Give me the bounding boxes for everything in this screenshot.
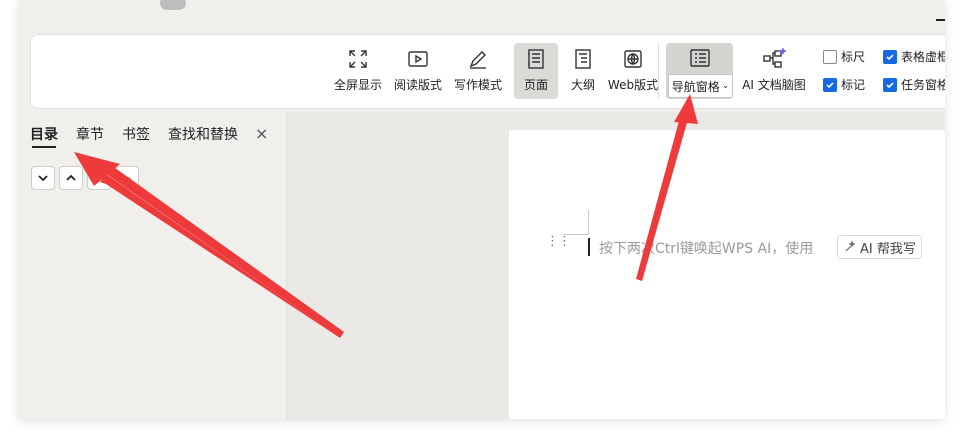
chevron-down-icon: ⌄ (721, 81, 730, 91)
ruler-checkbox-box[interactable] (823, 49, 837, 64)
chevron-up-icon (66, 174, 76, 181)
checkmark-icon (886, 53, 894, 60)
nav-pane-dropdown[interactable]: 导航窗格 ⌄ (668, 74, 733, 98)
read-mode-icon (408, 51, 428, 67)
ai-hint-text: 按下两次Ctrl键唤起WPS AI，使用 (599, 241, 814, 257)
task-pane-checkbox[interactable]: 任务窗格 (883, 76, 945, 93)
nav-pane-label: 导航窗格 (671, 79, 720, 94)
page-view-icon (527, 49, 544, 69)
checkmark-icon (886, 81, 894, 88)
fullscreen-button[interactable]: 全屏显示 (331, 43, 385, 99)
outline-icon (575, 49, 591, 69)
nav-pane-button[interactable]: 导航窗格 ⌄ (666, 43, 733, 99)
close-icon[interactable]: × (255, 124, 268, 143)
table-gridlines-checkbox-box[interactable] (883, 49, 897, 64)
pen-icon (469, 51, 486, 69)
app-window: 全屏显示 阅读版式 写作模式 页面 大纲 Web版式 导航窗格 ⌄ AI 文档脑… (18, 0, 945, 419)
chevron-down-icon (38, 175, 48, 182)
web-layout-button[interactable]: Web版式 (606, 43, 660, 99)
minus-icon (123, 177, 131, 179)
table-gridlines-checkbox[interactable]: 表格虚框 (883, 48, 945, 65)
add-button[interactable] (87, 166, 111, 190)
remove-button[interactable] (115, 166, 139, 190)
writing-mode-label: 写作模式 (453, 78, 502, 92)
checkmark-icon (826, 81, 834, 88)
outline-label: 大纲 (570, 78, 595, 92)
fullscreen-icon (349, 50, 367, 68)
margin-corner-mark (588, 210, 589, 234)
writing-mode-button[interactable]: 写作模式 (451, 43, 505, 99)
ai-sparkle-icon (845, 240, 856, 252)
tab-chapters[interactable]: 章节 (76, 124, 104, 144)
ai-mindmap-button[interactable]: AI 文档脑图 (739, 43, 809, 99)
globe-icon (624, 50, 642, 68)
page-view-label: 页面 (523, 78, 548, 92)
web-layout-label: Web版式 (607, 78, 659, 92)
view-ribbon: 全屏显示 阅读版式 写作模式 页面 大纲 Web版式 导航窗格 ⌄ AI 文档脑… (30, 34, 945, 109)
read-mode-button[interactable]: 阅读版式 (391, 43, 445, 99)
markup-label: 标记 (841, 78, 866, 92)
collapse-button[interactable] (59, 166, 83, 190)
plus-icon (95, 174, 103, 182)
text-cursor (588, 238, 590, 256)
ai-write-label: AI 帮我写 (860, 241, 916, 257)
fullscreen-label: 全屏显示 (333, 78, 382, 92)
ai-mindmap-label: AI 文档脑图 (742, 78, 806, 92)
task-pane-checkbox-box[interactable] (883, 77, 897, 92)
ai-mindmap-icon (763, 48, 786, 68)
top-menu-strip (18, 0, 945, 28)
active-tab-underline (32, 146, 56, 148)
ai-write-button[interactable]: AI 帮我写 (837, 235, 922, 259)
read-mode-label: 阅读版式 (393, 78, 442, 92)
drag-handle-icon[interactable]: ⋮⋮ (546, 235, 571, 248)
mode-toggle[interactable] (160, 0, 186, 10)
document-page[interactable]: ⋮⋮ 按下两次Ctrl键唤起WPS AI，使用 AI 帮我写 (509, 130, 945, 419)
nav-pane-icon (689, 49, 710, 67)
markup-checkbox-box[interactable] (823, 77, 837, 92)
ruler-label: 标尺 (841, 50, 866, 64)
document-area: ⋮⋮ 按下两次Ctrl键唤起WPS AI，使用 AI 帮我写 (287, 112, 945, 419)
tab-find-replace[interactable]: 查找和替换 (168, 124, 238, 144)
ruler-checkbox[interactable]: 标尺 (823, 48, 865, 65)
table-gridlines-label: 表格虚框 (901, 50, 945, 64)
outline-button[interactable]: 大纲 (566, 43, 600, 99)
markup-checkbox[interactable]: 标记 (823, 76, 865, 93)
tab-bookmarks[interactable]: 书签 (122, 124, 150, 144)
task-pane-label: 任务窗格 (901, 78, 945, 92)
expand-button[interactable] (31, 166, 55, 190)
page-view-button[interactable]: 页面 (514, 43, 558, 99)
navigation-pane: 目录 章节 书签 查找和替换 × (18, 112, 287, 419)
active-menu-underline (936, 19, 945, 21)
tab-toc[interactable]: 目录 (30, 124, 58, 144)
ribbon-divider (658, 43, 659, 99)
